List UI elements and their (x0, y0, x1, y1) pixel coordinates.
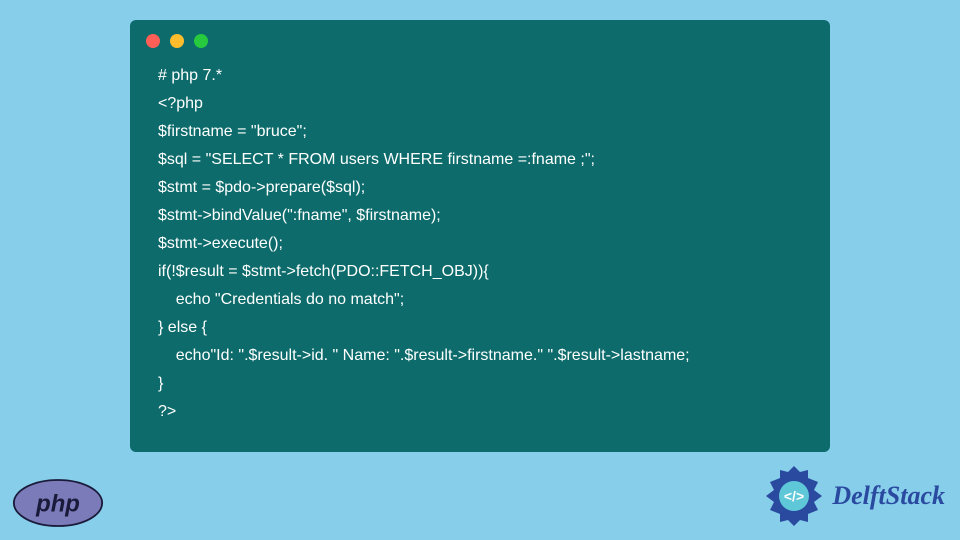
delftstack-text: DelftStack (832, 481, 945, 511)
svg-text:</>: </> (784, 488, 804, 504)
maximize-dot-icon (194, 34, 208, 48)
code-window: # php 7.* <?php $firstname = "bruce"; $s… (130, 20, 830, 452)
close-dot-icon (146, 34, 160, 48)
php-logo-icon: php (12, 478, 104, 528)
php-logo-text: php (35, 490, 80, 517)
delftstack-logo: </> DelftStack (762, 464, 945, 528)
delftstack-badge-icon: </> (762, 464, 826, 528)
code-body: # php 7.* <?php $firstname = "bruce"; $s… (130, 58, 830, 434)
minimize-dot-icon (170, 34, 184, 48)
window-controls (130, 20, 830, 58)
